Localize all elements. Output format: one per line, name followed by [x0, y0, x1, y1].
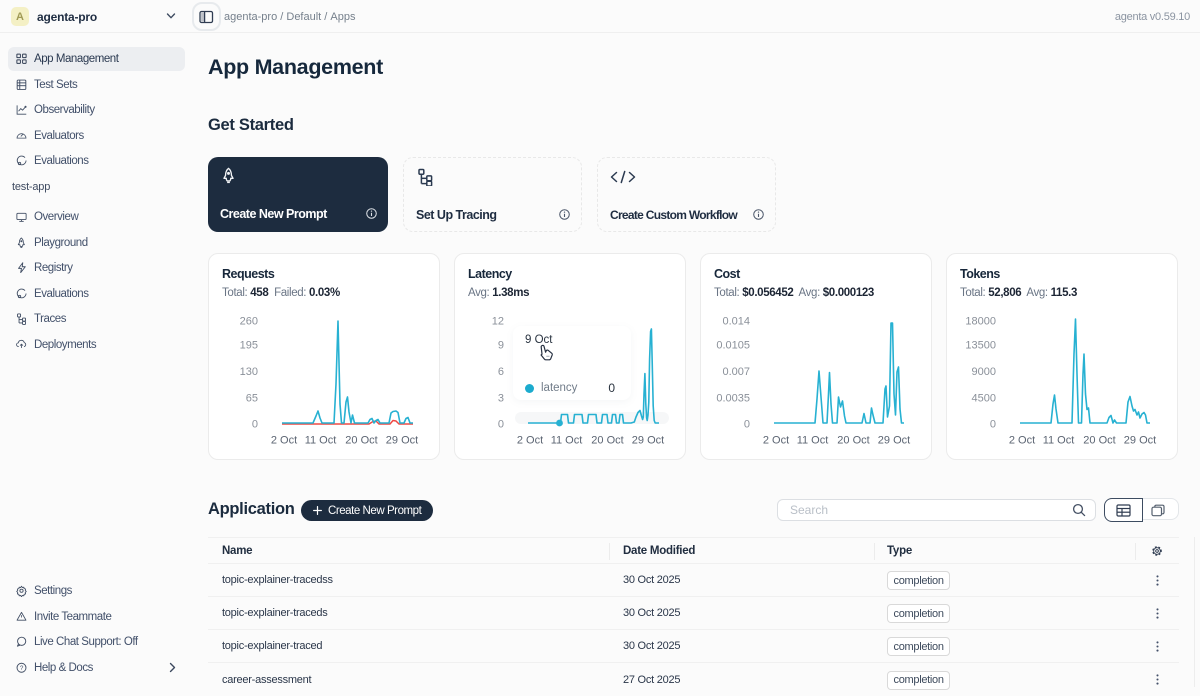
svg-text:29 Oct: 29 Oct	[632, 435, 664, 447]
svg-text:29 Oct: 29 Oct	[386, 435, 418, 447]
svg-text:12: 12	[492, 316, 504, 328]
svg-text:11 Oct: 11 Oct	[1043, 435, 1075, 447]
svg-text:65: 65	[246, 393, 258, 405]
svg-text:9000: 9000	[972, 366, 996, 378]
svg-text:0: 0	[990, 419, 996, 431]
svg-text:29 Oct: 29 Oct	[878, 435, 910, 447]
svg-text:2 Oct: 2 Oct	[517, 435, 543, 447]
svg-text:260: 260	[240, 316, 258, 328]
svg-text:20 Oct: 20 Oct	[1083, 435, 1115, 447]
svg-text:0.0035: 0.0035	[716, 393, 750, 405]
svg-text:11 Oct: 11 Oct	[551, 435, 583, 447]
svg-text:195: 195	[240, 340, 258, 352]
svg-text:2 Oct: 2 Oct	[763, 435, 789, 447]
svg-text:0: 0	[498, 419, 504, 431]
svg-text:13500: 13500	[965, 340, 996, 352]
svg-text:9: 9	[498, 340, 504, 352]
svg-text:20 Oct: 20 Oct	[345, 435, 377, 447]
svg-text:11 Oct: 11 Oct	[305, 435, 337, 447]
svg-text:0.007: 0.007	[722, 366, 750, 378]
svg-text:6: 6	[498, 366, 504, 378]
svg-text:0.014: 0.014	[722, 316, 750, 328]
svg-text:20 Oct: 20 Oct	[591, 435, 623, 447]
svg-text:2 Oct: 2 Oct	[271, 435, 297, 447]
svg-text:20 Oct: 20 Oct	[837, 435, 869, 447]
svg-text:29 Oct: 29 Oct	[1124, 435, 1156, 447]
svg-text:0: 0	[744, 419, 750, 431]
svg-text:0: 0	[252, 419, 258, 431]
svg-text:0.0105: 0.0105	[716, 340, 750, 352]
svg-text:2 Oct: 2 Oct	[1009, 435, 1035, 447]
svg-text:3: 3	[498, 393, 504, 405]
svg-text:11 Oct: 11 Oct	[797, 435, 829, 447]
svg-text:4500: 4500	[972, 393, 996, 405]
svg-text:130: 130	[240, 366, 258, 378]
svg-text:18000: 18000	[965, 316, 996, 328]
svg-text:?: ?	[20, 665, 24, 672]
